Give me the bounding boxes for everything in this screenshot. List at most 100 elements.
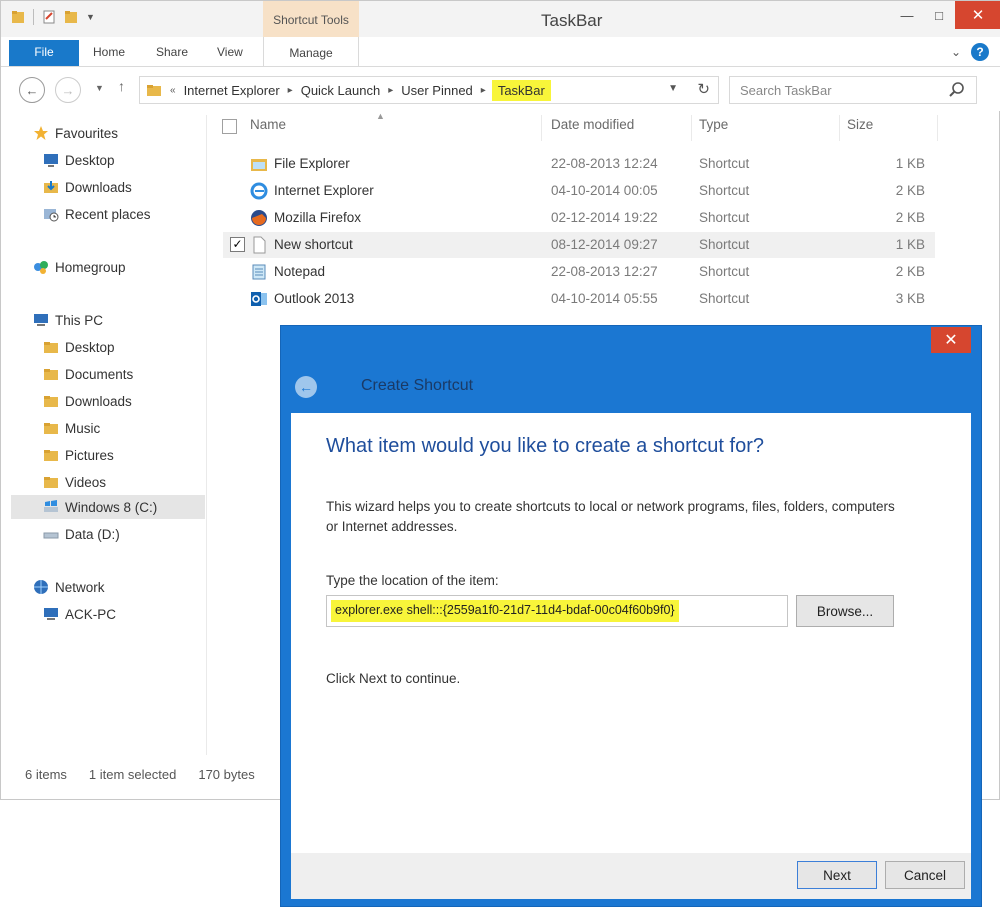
column-divider[interactable] [691, 115, 692, 141]
file-size: 3 KB [895, 291, 925, 306]
sidebar-item-network[interactable]: Network [33, 575, 227, 599]
next-button[interactable]: Next [797, 861, 877, 889]
file-name: Internet Explorer [274, 183, 374, 198]
folder-icon [44, 450, 58, 461]
sidebar-item-label: ACK-PC [65, 606, 117, 622]
breadcrumb-separator-icon[interactable]: ▸ [388, 85, 393, 96]
address-history-dropdown-icon[interactable]: ▼ [668, 83, 678, 94]
file-type: Shortcut [699, 264, 750, 279]
file-name: Mozilla Firefox [274, 210, 362, 225]
breadcrumb-internet-explorer[interactable]: Internet Explorer [184, 83, 280, 98]
sidebar-item-label: Music [65, 420, 101, 436]
address-bar[interactable]: « Internet Explorer ▸ Quick Launch ▸ Use… [139, 76, 719, 104]
sidebar-item-this-pc[interactable]: This PC [33, 308, 227, 332]
sidebar-item-label: Videos [65, 474, 107, 490]
dialog-back-button[interactable]: ← [295, 376, 317, 398]
qat-dropdown-icon[interactable]: ▼ [86, 12, 95, 22]
help-icon[interactable]: ? [971, 43, 989, 61]
tab-view[interactable]: View [217, 45, 243, 59]
tab-manage[interactable]: Manage [263, 37, 359, 67]
maximize-button[interactable]: □ [923, 1, 955, 29]
tab-file[interactable]: File [9, 40, 79, 66]
network-icon [34, 580, 48, 594]
sidebar-item-windows-c[interactable]: Windows 8 (C:) [11, 495, 205, 519]
table-row[interactable]: ✓ New shortcut 08-12-2014 09:27 Shortcut… [223, 232, 935, 258]
breadcrumb-user-pinned[interactable]: User Pinned [401, 83, 473, 98]
breadcrumb-separator-icon[interactable]: ▸ [288, 85, 293, 96]
sidebar-item-label: Homegroup [55, 259, 126, 275]
refresh-icon[interactable]: ↻ [697, 80, 710, 98]
browse-button[interactable]: Browse... [796, 595, 894, 627]
column-divider[interactable] [839, 115, 840, 141]
contextual-tab-group-label: Shortcut Tools [263, 1, 359, 37]
breadcrumb-quick-launch[interactable]: Quick Launch [301, 83, 381, 98]
homegroup-icon [34, 261, 48, 274]
properties-icon[interactable] [42, 9, 56, 25]
cancel-button[interactable]: Cancel [885, 861, 965, 889]
location-input[interactable]: explorer.exe shell:::{2559a1f0-21d7-11d4… [326, 595, 788, 627]
column-divider[interactable] [541, 115, 542, 141]
tab-home[interactable]: Home [93, 45, 125, 59]
table-row[interactable]: Internet Explorer 04-10-2014 00:05 Short… [223, 178, 935, 204]
row-checkbox[interactable]: ✓ [230, 237, 245, 252]
dialog-close-button[interactable]: ✕ [931, 327, 971, 353]
close-icon: ✕ [971, 7, 985, 24]
expand-ribbon-icon[interactable]: ⌄ [951, 45, 961, 59]
sidebar-item-downloads[interactable]: Downloads [43, 175, 237, 199]
dialog-body: What item would you like to create a sho… [291, 413, 971, 853]
close-icon: ✕ [944, 332, 958, 349]
file-type: Shortcut [699, 183, 750, 198]
sidebar-item-ack-pc[interactable]: ACK-PC [43, 602, 237, 626]
outlook-icon [251, 292, 267, 306]
sidebar-item-documents[interactable]: Documents [43, 362, 237, 386]
blank-file-icon [253, 236, 266, 254]
new-folder-icon[interactable] [64, 9, 78, 25]
downloads-icon [44, 181, 58, 193]
sidebar-item-label: Pictures [65, 447, 114, 463]
recent-locations-icon[interactable]: ▼ [95, 83, 104, 93]
search-box[interactable]: Search TaskBar [729, 76, 977, 104]
sidebar-item-videos[interactable]: Videos [43, 470, 237, 494]
file-size: 1 KB [895, 237, 925, 252]
sidebar-item-music[interactable]: Music [43, 416, 237, 440]
tab-share[interactable]: Share [156, 45, 188, 59]
minimize-button[interactable]: — [891, 1, 923, 29]
column-header-size[interactable]: Size [847, 117, 873, 132]
column-header-name[interactable]: Name [250, 117, 286, 132]
sidebar-item-pictures[interactable]: Pictures [43, 443, 237, 467]
table-row[interactable]: Notepad 22-08-2013 12:27 Shortcut 2 KB [223, 259, 935, 285]
select-all-checkbox[interactable] [222, 119, 237, 134]
folder-icon [147, 85, 161, 96]
breadcrumb-separator-icon[interactable]: ▸ [481, 85, 486, 96]
sidebar-item-favourites[interactable]: Favourites [33, 121, 227, 145]
location-label: Type the location of the item: [326, 573, 499, 588]
sidebar-item-recent-places[interactable]: Recent places [43, 202, 237, 226]
breadcrumb-overflow-icon[interactable]: « [170, 85, 176, 96]
sidebar-item-pc-downloads[interactable]: Downloads [43, 389, 237, 413]
breadcrumb-taskbar[interactable]: TaskBar [491, 79, 551, 101]
navigation-pane: Favourites Desktop Downloads Recent plac… [11, 115, 207, 755]
search-icon[interactable] [948, 81, 966, 99]
sidebar-item-data-d[interactable]: Data (D:) [43, 522, 237, 546]
sidebar-item-label: Recent places [65, 206, 151, 222]
column-header-type[interactable]: Type [699, 117, 728, 132]
sidebar-item-desktop[interactable]: Desktop [43, 148, 237, 172]
table-row[interactable]: File Explorer 22-08-2013 12:24 Shortcut … [223, 151, 935, 177]
column-header-date-modified[interactable]: Date modified [551, 117, 634, 132]
computer-icon [34, 314, 48, 326]
drive-icon [43, 532, 59, 539]
folder-icon[interactable] [11, 9, 25, 25]
file-list: ▲ Name Date modified Type Size File Expl… [213, 111, 943, 323]
sidebar-item-label: Desktop [65, 152, 115, 168]
up-arrow-icon[interactable]: ↑ [118, 78, 125, 94]
column-divider[interactable] [937, 115, 938, 141]
file-date: 22-08-2013 12:24 [551, 156, 658, 171]
table-row[interactable]: Outlook 2013 04-10-2014 05:55 Shortcut 3… [223, 286, 935, 312]
forward-button[interactable]: → [55, 77, 81, 103]
sidebar-item-homegroup[interactable]: Homegroup [33, 255, 227, 279]
close-button[interactable]: ✕ [955, 1, 1000, 29]
search-placeholder: Search TaskBar [740, 83, 832, 98]
table-row[interactable]: Mozilla Firefox 02-12-2014 19:22 Shortcu… [223, 205, 935, 231]
sidebar-item-pc-desktop[interactable]: Desktop [43, 335, 237, 359]
back-button[interactable]: ← [19, 77, 45, 103]
